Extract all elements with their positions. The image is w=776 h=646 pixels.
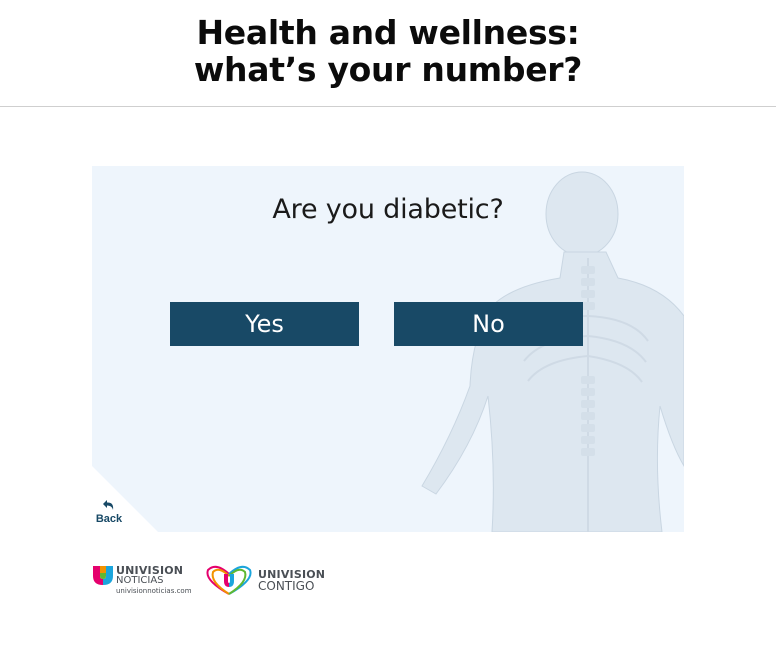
back-label: Back bbox=[95, 513, 123, 525]
quiz-panel: Are you diabetic? Yes No Back bbox=[92, 166, 684, 532]
noticias-sub-text: NOTICIAS bbox=[116, 575, 164, 586]
page-header: Health and wellness: what’s your number? bbox=[0, 0, 776, 107]
page-title-line-1: Health and wellness: bbox=[196, 13, 580, 52]
univision-contigo-logo: UNIVISION CONTIGO bbox=[202, 562, 326, 598]
page-title-line-2: what’s your number? bbox=[193, 50, 583, 89]
no-button[interactable]: No bbox=[394, 302, 583, 346]
univision-noticias-logo: UNIVISION NOTICIAS univisionnoticias.com bbox=[92, 562, 196, 598]
contigo-heart-icon bbox=[206, 565, 252, 595]
univision-u-icon bbox=[93, 566, 113, 585]
partner-logos: UNIVISION NOTICIAS univisionnoticias.com… bbox=[92, 562, 332, 602]
quiz-question: Are you diabetic? bbox=[272, 194, 504, 225]
back-button[interactable]: Back bbox=[94, 498, 124, 530]
noticias-url-text: univisionnoticias.com bbox=[116, 587, 192, 595]
page-title: Health and wellness: what’s your number? bbox=[0, 0, 776, 88]
back-arrow-icon bbox=[103, 500, 114, 510]
contigo-sub-text: CONTIGO bbox=[258, 579, 315, 593]
yes-button[interactable]: Yes bbox=[170, 302, 359, 346]
